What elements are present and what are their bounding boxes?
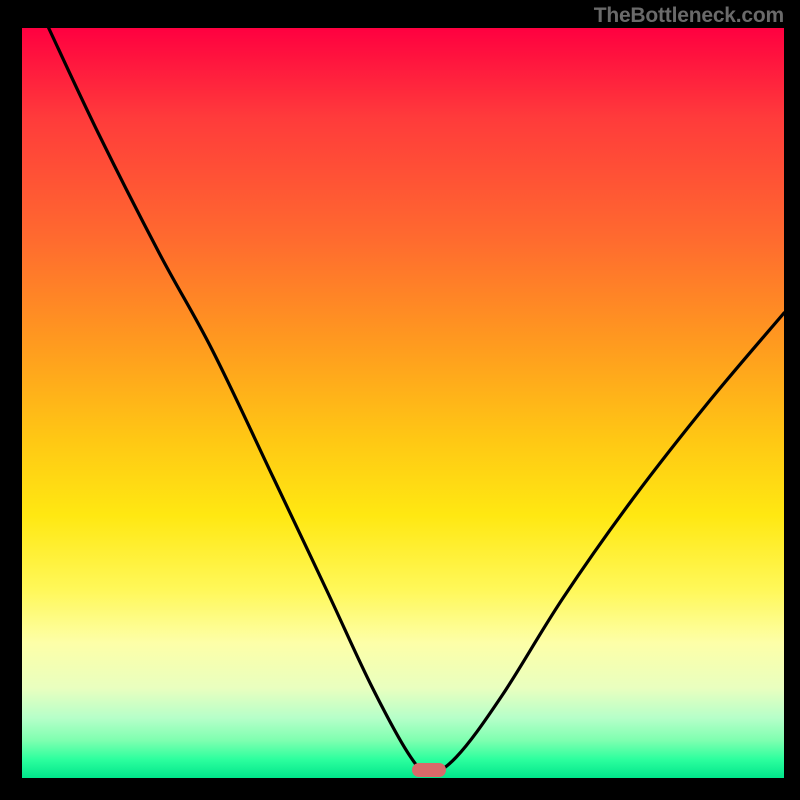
watermark-text: TheBottleneck.com xyxy=(594,4,784,28)
chart-frame: TheBottleneck.com xyxy=(0,0,800,800)
optimal-marker xyxy=(412,763,446,777)
bottleneck-curve xyxy=(0,0,800,800)
watermark-label: TheBottleneck.com xyxy=(594,4,784,27)
